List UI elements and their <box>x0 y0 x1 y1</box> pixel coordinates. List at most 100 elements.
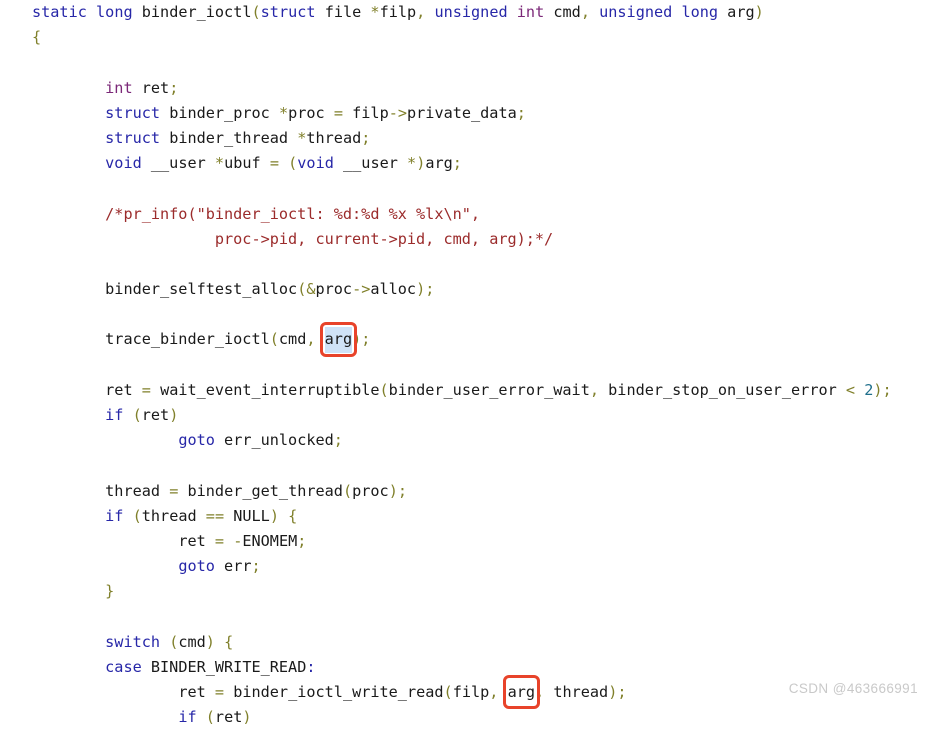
code-line: ret = -ENOMEM; <box>0 529 892 554</box>
highlight-box-arg-1[interactable]: arg <box>319 322 358 357</box>
token-operator: ( <box>169 632 179 651</box>
token-operator: ( <box>443 683 453 702</box>
token-keyword: struct <box>105 128 161 147</box>
token-operator: ) <box>169 406 179 424</box>
token-number: 2 <box>864 380 874 399</box>
token-operator: , <box>580 3 590 21</box>
watermark: CSDN @463666991 <box>788 681 918 696</box>
token-operator: , <box>306 330 316 349</box>
token-keyword: void <box>297 154 334 173</box>
token-operator: ( <box>132 506 142 525</box>
token-identifier: private_data <box>407 103 517 122</box>
token-identifier: file <box>324 3 362 21</box>
token-identifier: NULL <box>233 506 270 525</box>
highlight-box-arg-2[interactable]: arg <box>502 675 541 710</box>
code-line: ret = binder_ioctl_write_read(filp, arg,… <box>0 675 892 710</box>
code-line: goto err; <box>0 554 892 579</box>
token-operator: ; <box>452 154 462 173</box>
token-operator: ; <box>169 78 179 97</box>
token-keyword: unsigned <box>434 3 508 21</box>
code-line: ret = wait_event_interruptible(binder_us… <box>0 378 892 403</box>
token-operator: ; <box>251 557 261 576</box>
token-identifier: ret <box>178 683 206 702</box>
token-keyword: switch <box>105 632 161 651</box>
token-identifier: ret <box>141 406 170 424</box>
token-operator: *) <box>407 154 426 173</box>
token-identifier: proc <box>315 280 353 299</box>
token-operator: = <box>269 154 279 173</box>
token-keyword: if <box>178 708 197 727</box>
token-identifier: err <box>224 557 252 576</box>
token-identifier: binder_selftest_alloc <box>105 280 298 299</box>
code-line-comment: proc->pid, current->pid, cmd, arg);*/ <box>0 227 892 252</box>
code-line: trace_binder_ioctl(cmd, arg); <box>0 322 892 357</box>
code-line: struct binder_proc *proc = filp->private… <box>0 101 892 126</box>
token-identifier: cmd <box>553 3 581 21</box>
token-operator: * <box>297 128 307 147</box>
token-label-colon: : <box>306 657 316 676</box>
token-identifier: err_unlocked <box>224 431 334 450</box>
token-operator: ( <box>132 406 142 424</box>
token-identifier: thread <box>553 683 609 702</box>
token-operator: * <box>214 154 225 173</box>
token-operator: = <box>214 531 225 550</box>
token-identifier: ret <box>214 708 243 727</box>
token-operator: ( <box>269 330 279 349</box>
token-identifier: filp <box>352 103 389 122</box>
token-identifier: cmd <box>278 330 307 349</box>
token-operator: ( <box>288 154 298 173</box>
token-operator: -> <box>352 280 371 299</box>
token-identifier: __user <box>150 154 206 173</box>
code-line: if (ret) <box>0 705 892 730</box>
code-line: case BINDER_WRITE_READ: <box>0 655 892 680</box>
token-operator: ( <box>251 3 261 21</box>
token-operator: * <box>370 3 380 21</box>
token-operator: == <box>205 506 225 525</box>
token-keyword: static <box>32 3 87 21</box>
token-identifier: ENOMEM <box>242 531 298 550</box>
token-operator: ( <box>379 380 389 399</box>
token-identifier: thread <box>306 128 362 147</box>
token-operator: , <box>416 3 426 21</box>
token-keyword: goto <box>178 431 215 450</box>
token-operator: ); <box>416 280 435 299</box>
token-identifier: wait_event_interruptible <box>160 380 380 399</box>
token-operator: < <box>845 380 856 399</box>
token-identifier: binder_stop_on_user_error <box>608 380 837 399</box>
token-operator: , <box>489 683 499 702</box>
token-keyword: goto <box>178 557 215 576</box>
token-keyword: struct <box>105 103 161 122</box>
token-identifier: filp <box>379 3 417 21</box>
token-operator: , <box>589 380 599 399</box>
token-operator: * <box>278 103 289 122</box>
code-block: static long binder_ioctl(struct file *fi… <box>0 0 892 730</box>
token-operator: { <box>224 632 234 651</box>
token-identifier: ubuf <box>224 154 261 173</box>
code-line-comment: /*pr_info("binder_ioctl: %d:%d %x %lx\n"… <box>0 202 892 227</box>
code-line: switch (cmd) { <box>0 630 892 655</box>
token-operator: { <box>32 28 42 47</box>
token-identifier: binder_ioctl_write_read <box>233 683 444 702</box>
token-identifier: ret <box>141 78 170 97</box>
token-operator: ( <box>205 708 215 727</box>
code-line: thread = binder_get_thread(proc); <box>0 479 892 504</box>
code-line: void __user *ubuf = (void __user *)arg; <box>0 151 892 176</box>
token-operator: ); <box>873 380 892 399</box>
token-operator: = <box>333 103 343 122</box>
token-keyword: long <box>96 3 133 21</box>
token-comment: proc->pid, current->pid, cmd, arg);*/ <box>105 229 554 248</box>
token-operator: ) <box>754 3 764 21</box>
token-keyword: void <box>105 154 142 173</box>
token-operator: ) <box>269 506 279 525</box>
token-operator: ; <box>297 531 307 550</box>
token-identifier: thread <box>105 481 161 500</box>
code-viewer: static long binder_ioctl(struct file *fi… <box>0 0 932 726</box>
token-operator: = <box>214 683 225 702</box>
token-type: int <box>105 78 133 97</box>
code-line: int ret; <box>0 76 892 101</box>
